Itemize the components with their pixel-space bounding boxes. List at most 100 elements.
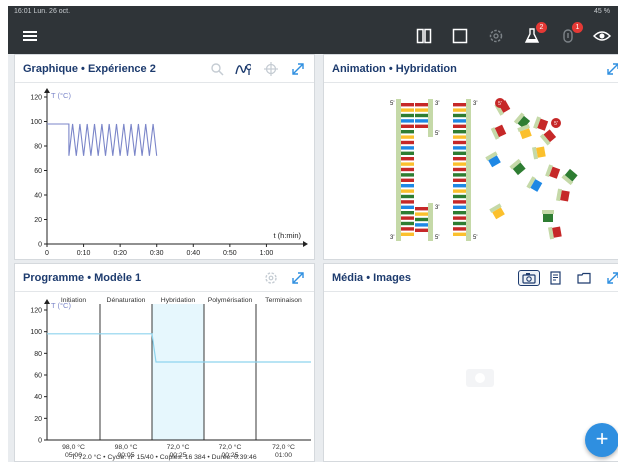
search-icon bbox=[211, 63, 224, 76]
flask-button[interactable]: 2 bbox=[520, 22, 547, 48]
nucleotide-base bbox=[453, 162, 466, 166]
temperature-graph: 0 20 40 60 80 100 120 0 0:10 0:20 0:30 0:40 0:50 1:00… bbox=[30, 88, 308, 257]
strand-end-label: 3' bbox=[435, 101, 439, 107]
strand-end-label: 5' bbox=[435, 131, 439, 137]
y-axis-label: T (°C) bbox=[51, 91, 71, 100]
folder-button[interactable] bbox=[576, 270, 592, 286]
enzyme-label: 5' bbox=[498, 101, 502, 107]
y-tick-label: 20 bbox=[34, 217, 42, 224]
media-panel: Média • Images bbox=[323, 263, 618, 462]
x-tick-label: 0:20 bbox=[113, 250, 127, 257]
nucleotide-base bbox=[453, 194, 466, 199]
nucleotide-base bbox=[401, 216, 414, 220]
x-tick-label: 0:10 bbox=[77, 250, 91, 257]
nucleotide-base bbox=[453, 135, 466, 139]
visibility-button[interactable] bbox=[590, 24, 614, 48]
y-tick-label: 40 bbox=[34, 394, 42, 401]
nucleotide-base bbox=[401, 227, 414, 231]
camera-button[interactable] bbox=[518, 270, 540, 286]
y-tick-label: 40 bbox=[34, 193, 42, 200]
program-panel: Programme • Modèle 1 0 20 40 60 80 100 120 T (°… bbox=[14, 263, 315, 462]
free-oligo-fragment bbox=[545, 164, 561, 179]
y-tick-label: 100 bbox=[30, 119, 42, 126]
flask-badge: 2 bbox=[536, 22, 547, 33]
nucleotide-base bbox=[415, 108, 428, 112]
step-duration-label: 01:00 bbox=[275, 452, 292, 459]
program-settings-button[interactable] bbox=[263, 270, 279, 286]
expand-animation-button[interactable] bbox=[605, 61, 618, 77]
menu-button[interactable] bbox=[18, 24, 42, 48]
y-axis-arrow bbox=[44, 299, 50, 304]
notification-button[interactable]: 1 bbox=[556, 22, 583, 48]
free-oligo-fragment bbox=[548, 226, 562, 240]
oligo-base bbox=[536, 146, 546, 158]
free-oligo-fragment bbox=[489, 203, 505, 220]
expand-icon bbox=[607, 272, 618, 284]
nucleotide-base bbox=[453, 189, 466, 193]
animation-panel-title: Animation • Hybridation bbox=[332, 63, 457, 75]
nucleotide-base bbox=[453, 205, 466, 209]
free-oligo-fragment bbox=[532, 146, 546, 160]
settings-icon bbox=[489, 29, 503, 43]
target-tool-button[interactable] bbox=[263, 61, 279, 77]
app-frame: 16:01 Lun. 26 oct. 45 % 2 1 Graphique • … bbox=[8, 6, 618, 462]
add-button[interactable]: + bbox=[585, 423, 618, 457]
nucleotide-base bbox=[401, 189, 414, 193]
enzyme-label: 5' bbox=[554, 121, 558, 127]
document-button[interactable] bbox=[548, 270, 564, 286]
free-oligo-fragment bbox=[542, 210, 554, 222]
nucleotide-base bbox=[453, 173, 466, 177]
media-panel-title: Média • Images bbox=[332, 272, 412, 284]
animation-panel: Animation • Hybridation 5' 3' 3' 5' 3' 5' 3' 5'… bbox=[323, 54, 618, 260]
step-name-label: Hybridation bbox=[161, 297, 196, 304]
expand-icon bbox=[292, 63, 304, 75]
single-view-icon bbox=[452, 28, 468, 44]
step-temperature-label: 72,0 °C bbox=[272, 443, 295, 451]
nucleotide-base bbox=[415, 113, 428, 118]
expand-media-button[interactable] bbox=[605, 270, 618, 286]
nucleotide-base bbox=[401, 221, 414, 226]
search-tool-button[interactable] bbox=[209, 61, 225, 77]
nucleotide-base bbox=[401, 130, 414, 134]
y-tick-label: 120 bbox=[30, 95, 42, 102]
step-temperature-label: 72,0 °C bbox=[219, 443, 242, 451]
free-oligo-fragment bbox=[485, 151, 501, 168]
x-tick-label: 0 bbox=[45, 250, 49, 257]
strand-short-bottom-backbone bbox=[428, 203, 433, 241]
curve-tool-icon bbox=[235, 63, 251, 75]
oligo-base bbox=[543, 214, 553, 222]
program-panel-title: Programme • Modèle 1 bbox=[23, 272, 142, 284]
camera-icon bbox=[522, 273, 536, 284]
document-edit-icon bbox=[550, 271, 561, 285]
nucleotide-base bbox=[415, 228, 428, 232]
expand-icon bbox=[292, 272, 304, 284]
expand-icon bbox=[607, 63, 618, 75]
split-view-button[interactable] bbox=[412, 24, 436, 48]
nucleotide-base bbox=[401, 108, 414, 112]
draw-tool-button[interactable] bbox=[235, 61, 251, 77]
split-view-icon bbox=[416, 28, 432, 44]
battery-indicator: 45 % bbox=[594, 6, 610, 18]
y-tick-label: 80 bbox=[34, 144, 42, 151]
nucleotide-base bbox=[401, 178, 414, 182]
nucleotide-base bbox=[401, 211, 414, 215]
y-tick-label: 80 bbox=[34, 351, 42, 358]
crosshair-icon bbox=[264, 62, 278, 76]
program-profile-chart: 020406080100120T (°C)Initiation98,0 °C05… bbox=[30, 297, 311, 461]
nucleotide-base bbox=[453, 216, 466, 220]
expand-graph-button[interactable] bbox=[290, 61, 306, 77]
temperature-series-line bbox=[47, 123, 158, 156]
nucleotide-base bbox=[453, 103, 466, 107]
nucleotide-base bbox=[453, 211, 466, 215]
program-status-footer: T: 72.0 °C • Cycle: n° 15/40 • Copies: 1… bbox=[71, 453, 256, 461]
step-temperature-label: 72,0 °C bbox=[167, 443, 190, 451]
nucleotide-base bbox=[453, 221, 466, 226]
panel-header-divider bbox=[324, 291, 618, 292]
single-view-button[interactable] bbox=[448, 24, 472, 48]
step-temperature-label: 98,0 °C bbox=[115, 443, 138, 451]
settings-button[interactable] bbox=[484, 24, 508, 48]
strand-end-label: 5' bbox=[435, 235, 439, 241]
nucleotide-base bbox=[401, 205, 414, 209]
expand-program-button[interactable] bbox=[290, 270, 306, 286]
nucleotide-base bbox=[453, 227, 466, 231]
